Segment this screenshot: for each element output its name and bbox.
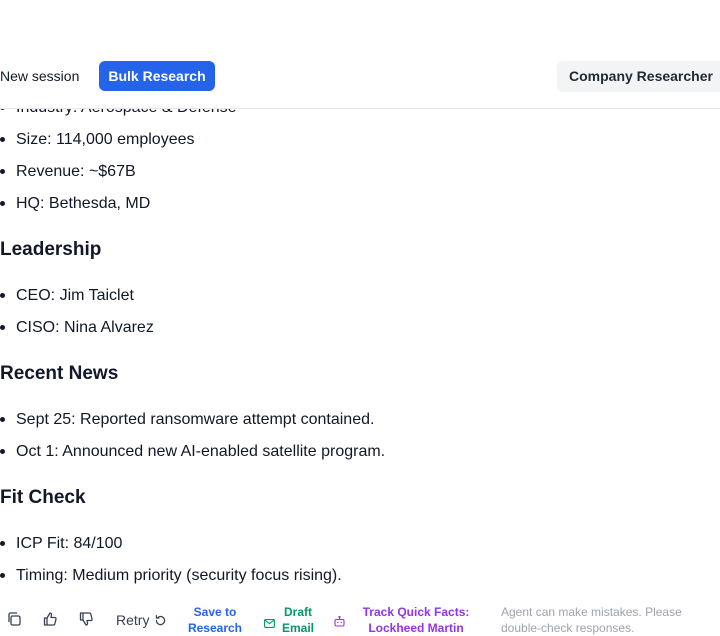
list-item-text: Oct 1: Announced new AI-enabled satellit… xyxy=(16,443,386,460)
bullet-dot xyxy=(0,573,5,578)
list-item-text: HQ: Bethesda, MD xyxy=(16,195,151,212)
bot-icon xyxy=(334,614,345,632)
save-label-line2: Research xyxy=(187,621,243,635)
retry-icon xyxy=(156,615,166,626)
section-heading-leadership: Leadership xyxy=(0,239,102,260)
bullet-dot xyxy=(0,325,5,330)
thumbs-down-icon[interactable] xyxy=(78,611,94,627)
section-heading-recent-news: Recent News xyxy=(0,363,119,384)
list-item-text: CEO: Jim Taiclet xyxy=(16,287,134,304)
draft-label-line1: Draft xyxy=(283,605,312,619)
track-quick-facts-button[interactable]: Track Quick Facts: Lockheed Martin xyxy=(352,604,480,636)
mail-icon xyxy=(264,615,275,633)
bullet-dot xyxy=(0,293,5,298)
draft-label-line2: Email xyxy=(281,621,314,635)
list-item-text: Sept 25: Reported ransomware attempt con… xyxy=(16,411,375,428)
track-label-line2: Lockheed Martin xyxy=(368,621,464,635)
bulk-research-tab[interactable]: Bulk Research xyxy=(99,61,215,91)
top-bar: New session Bulk Research Company Resear… xyxy=(0,0,720,109)
copy-icon[interactable] xyxy=(6,611,22,627)
list-item-text: Timing: Medium priority (security focus … xyxy=(16,567,342,584)
list-item-text: Revenue: ~$67B xyxy=(16,163,136,180)
list-item-text: CISO: Nina Alvarez xyxy=(16,319,154,336)
list-item-text: Size: 114,000 employees xyxy=(16,131,195,148)
message-action-bar: Retry Save to Research Draft Email Track… xyxy=(0,600,720,636)
bullet-dot xyxy=(0,417,5,422)
save-label-line1: Save to xyxy=(193,605,237,619)
bullet-dot xyxy=(0,449,5,454)
save-to-research-button[interactable]: Save to Research xyxy=(178,604,252,636)
track-label-line1: Track Quick Facts: xyxy=(362,605,470,619)
bullet-dot xyxy=(0,169,5,174)
bullet-dot xyxy=(0,541,5,546)
new-session-tab[interactable]: New session xyxy=(0,61,79,91)
draft-email-button[interactable]: Draft Email xyxy=(276,604,320,636)
section-heading-fit-check: Fit Check xyxy=(0,487,86,508)
list-item-text: ICP Fit: 84/100 xyxy=(16,535,123,552)
agent-selector[interactable]: Company Researcher xyxy=(557,61,720,92)
bullet-dot xyxy=(0,137,5,142)
thumbs-up-icon[interactable] xyxy=(42,611,58,627)
bullet-dot xyxy=(0,201,5,206)
retry-button[interactable]: Retry xyxy=(116,611,167,629)
disclaimer-text: Agent can make mistakes. Please double-c… xyxy=(501,605,682,635)
retry-label: Retry xyxy=(116,612,150,628)
